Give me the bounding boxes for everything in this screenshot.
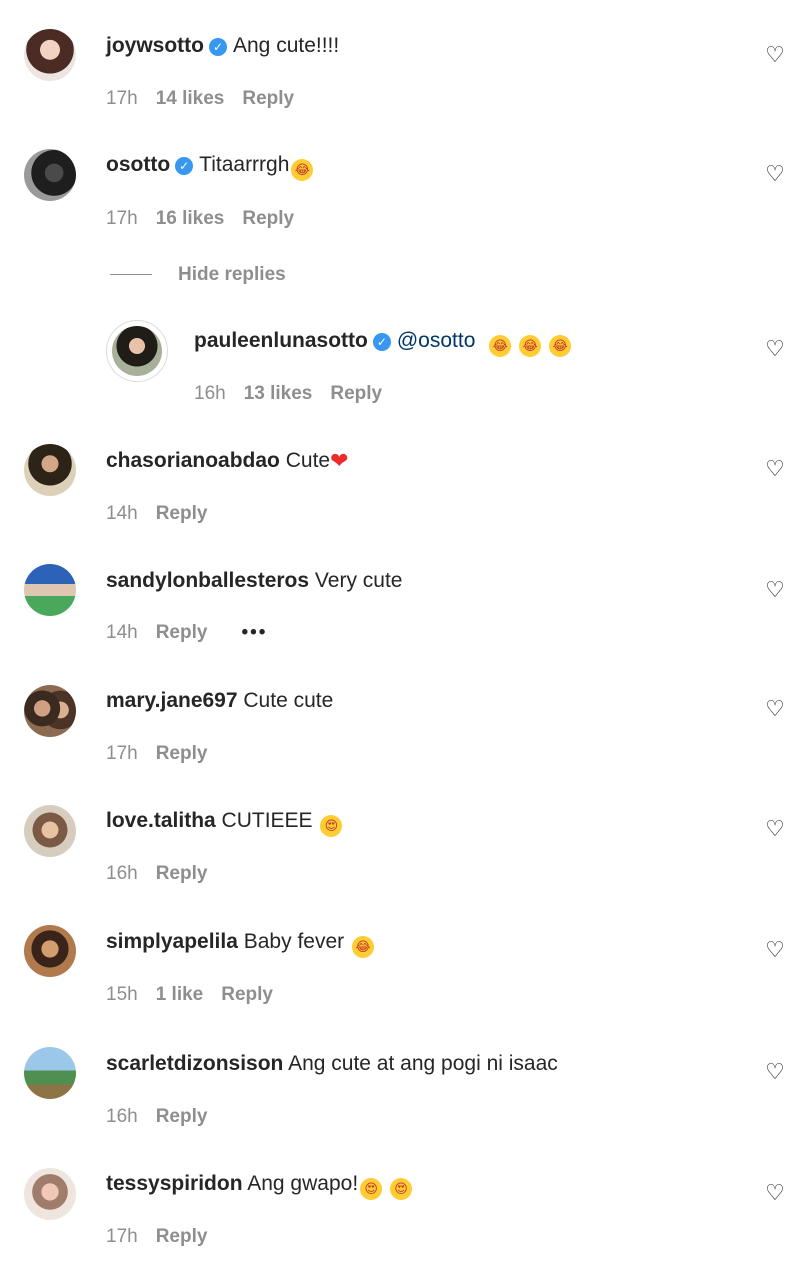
reply-button[interactable]: Reply [242,88,294,109]
avatar[interactable] [24,444,76,496]
comment-text: Very cute [314,569,403,592]
comment-text: Ang cute!!!! [233,34,340,57]
reply-button[interactable]: Reply [221,984,273,1005]
avatar[interactable] [24,564,76,616]
hide-replies-button[interactable]: Hide replies [110,264,286,290]
heart-eyes-emoji-icon: 😍 [360,1178,383,1200]
heart-eyes-emoji-icon: 😍 [320,815,343,837]
hide-replies-label: Hide replies [178,264,286,285]
like-heart-icon[interactable]: ♡ [764,1061,786,1083]
username[interactable]: joywsotto [106,34,204,57]
avatar[interactable] [24,925,76,977]
like-count[interactable]: 14 likes [156,88,225,109]
comment-text: Cute [285,449,331,472]
comment-text: Baby fever [243,930,345,953]
like-heart-icon[interactable]: ♡ [764,163,786,185]
more-options-icon[interactable]: ••• [241,622,267,643]
laughing-emoji-icon: 😂 [489,335,512,357]
reply-button[interactable]: Reply [156,863,208,884]
comment-text: Titaarrrgh [199,153,290,176]
reply-button[interactable]: Reply [156,1226,208,1247]
avatar[interactable] [24,1047,76,1099]
username[interactable]: mary.jane697 [106,689,238,712]
avatar[interactable] [106,320,168,382]
username[interactable]: scarletdizonsison [106,1052,283,1075]
username[interactable]: simplyapelila [106,930,238,953]
avatar[interactable] [24,805,76,857]
like-heart-icon[interactable]: ♡ [764,338,786,360]
avatar[interactable] [24,685,76,737]
like-heart-icon[interactable]: ♡ [764,818,786,840]
comment-time: 16h [106,1106,138,1127]
comment-time: 17h [106,208,138,229]
username[interactable]: love.talitha [106,809,216,832]
comment-text: Ang cute at ang pogi ni isaac [288,1052,558,1075]
like-heart-icon[interactable]: ♡ [764,579,786,601]
red-heart-emoji-icon: ❤ [330,448,349,473]
avatar[interactable] [24,29,76,81]
username[interactable]: pauleenlunasotto [194,329,368,352]
comment-text: Ang gwapo! [247,1172,359,1195]
like-heart-icon[interactable]: ♡ [764,939,786,961]
divider-line [110,274,152,276]
reply-button[interactable]: Reply [242,208,294,229]
like-heart-icon[interactable]: ♡ [764,1182,786,1204]
username[interactable]: chasorianoabdao [106,449,280,472]
comment-time: 17h [106,1226,138,1247]
username[interactable]: osotto [106,153,170,176]
verified-badge-icon: ✓ [175,157,194,175]
username[interactable]: tessyspiridon [106,1172,243,1195]
reply-button[interactable]: Reply [156,622,208,643]
laughing-emoji-icon: 😂 [519,335,542,357]
comment-time: 15h [106,984,138,1005]
avatar[interactable] [24,149,76,201]
like-count[interactable]: 13 likes [244,383,313,404]
like-count[interactable]: 16 likes [156,208,225,229]
reply-button[interactable]: Reply [156,503,208,524]
comment-time: 17h [106,743,138,764]
comment-time: 14h [106,503,138,524]
laughing-emoji-icon: 😂 [351,936,374,958]
reply-button[interactable]: Reply [156,1106,208,1127]
username[interactable]: sandylonballesteros [106,569,309,592]
mention-link[interactable]: @osotto [397,329,476,352]
comment-time: 14h [106,622,138,643]
verified-badge-icon: ✓ [209,38,227,56]
comment-time: 16h [194,383,226,404]
verified-badge-icon: ✓ [372,333,391,351]
like-heart-icon[interactable]: ♡ [764,44,786,66]
comment-text: CUTIEEE [221,809,313,832]
reply-button[interactable]: Reply [330,383,382,404]
like-heart-icon[interactable]: ♡ [764,458,786,480]
comment-time: 16h [106,863,138,884]
like-heart-icon[interactable]: ♡ [764,698,786,720]
reply-button[interactable]: Reply [156,743,208,764]
laughing-emoji-icon: 😂 [549,335,572,357]
comment-time: 17h [106,88,138,109]
like-count[interactable]: 1 like [156,984,204,1005]
avatar[interactable] [24,1168,76,1220]
heart-eyes-emoji-icon: 😍 [390,1178,412,1200]
laughing-emoji-icon: 😂 [291,159,314,181]
comment-text: Cute cute [243,689,334,712]
